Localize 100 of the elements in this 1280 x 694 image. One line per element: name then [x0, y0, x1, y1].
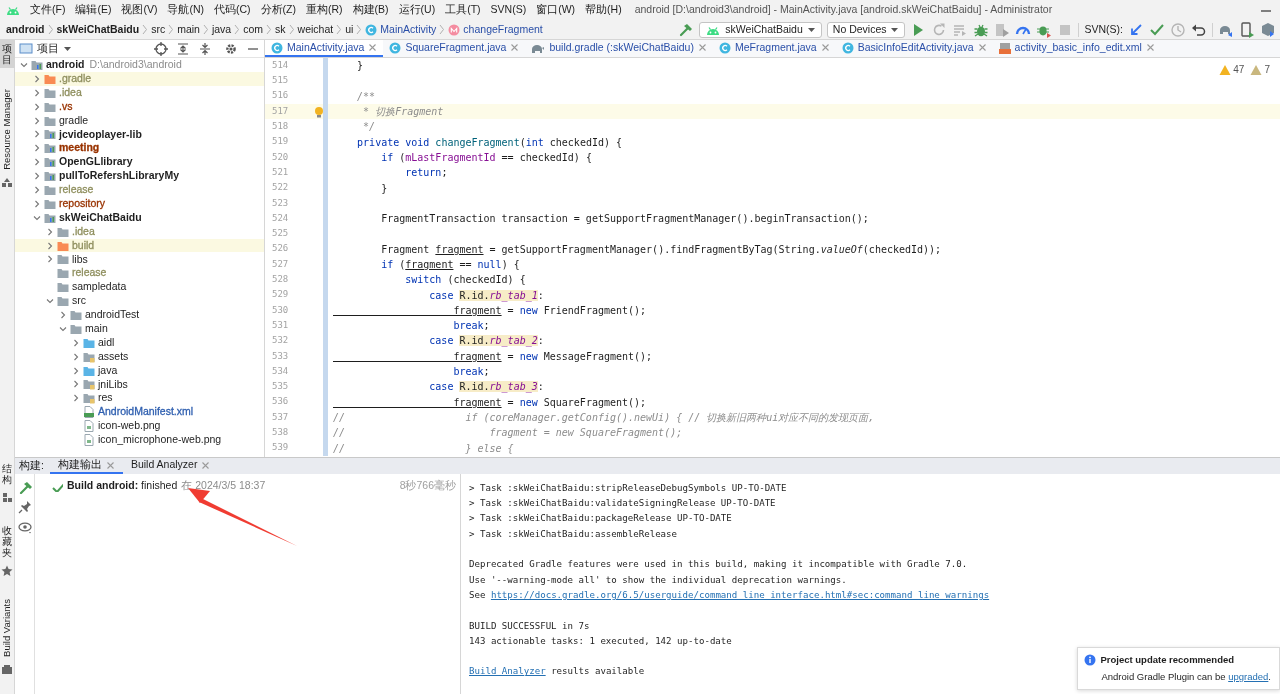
close-icon[interactable]	[977, 43, 987, 52]
tree-item[interactable]: icon-web.png	[15, 419, 264, 434]
menu-item[interactable]: SVN(S)	[485, 2, 532, 18]
panel-tab[interactable]: Build Analyzer	[122, 458, 219, 474]
close-icon[interactable]	[510, 43, 520, 52]
run-config-dropdown[interactable]: skWeiChatBaidu	[699, 21, 822, 38]
tree-item[interactable]: android D:\android3\android	[15, 58, 264, 72]
close-icon[interactable]	[820, 43, 830, 52]
menu-item[interactable]: 构建(B)	[347, 2, 394, 18]
hammer-icon[interactable]	[678, 21, 695, 38]
tree-item[interactable]: libs	[15, 252, 264, 267]
menu-item[interactable]: 运行(U)	[393, 2, 441, 18]
breadcrumb-item[interactable]: changeFragment	[448, 21, 543, 38]
tree-item[interactable]: icon_microphone-web.png	[15, 433, 264, 447]
breadcrumb-item[interactable]: weichat	[297, 21, 334, 38]
phone-icon[interactable]	[1239, 21, 1255, 38]
editor-tab[interactable]: MeFragment.java	[712, 40, 836, 57]
tree-item[interactable]: res	[15, 391, 264, 406]
cube-icon[interactable]	[1260, 21, 1276, 38]
project-view-selector[interactable]: 项目	[19, 40, 72, 57]
tree-item[interactable]: main	[15, 321, 264, 336]
close-icon[interactable]	[697, 43, 707, 52]
collapse-all-icon[interactable]	[198, 41, 212, 56]
clock-icon[interactable]	[1170, 21, 1186, 38]
tree-item[interactable]: jniLibs	[15, 377, 264, 392]
side-tab[interactable]: 结构	[0, 459, 15, 509]
editor-tab[interactable]: activity_basic_info_edit.xml	[992, 40, 1161, 57]
menu-item[interactable]: 工具(T)	[440, 2, 486, 18]
tree-item[interactable]: build	[15, 238, 264, 253]
line-number: 519	[271, 135, 290, 149]
menu-item[interactable]: 分析(Z)	[255, 2, 301, 18]
tree-item[interactable]: AndroidManifest.xml	[15, 405, 264, 420]
menu-item[interactable]: 视图(V)	[116, 2, 163, 18]
close-icon[interactable]	[201, 460, 211, 470]
menu-item[interactable]: 帮助(H)	[580, 2, 627, 18]
tree-item[interactable]: .idea	[15, 224, 264, 239]
editor-tab[interactable]: BasicInfoEditActivity.java	[835, 40, 993, 57]
tree-item[interactable]: meeting	[15, 141, 264, 156]
menu-item[interactable]: 窗口(W)	[531, 2, 581, 18]
menu-item[interactable]: 重构(R)	[301, 2, 348, 18]
side-tab[interactable]: 项目	[0, 40, 15, 68]
breadcrumb-item[interactable]: android	[6, 21, 45, 38]
tree-item[interactable]: gradle	[15, 113, 264, 128]
code-line: Fragment fragment = getSupportFragmentManager().findFragmentByTag(String.valueOf(checkedId));	[380, 242, 942, 257]
breadcrumb-item[interactable]: ui	[345, 21, 354, 38]
panel-tab[interactable]: 构建输出	[49, 458, 123, 474]
tree-item[interactable]: aidl	[15, 335, 264, 350]
device-dropdown[interactable]: No Devices	[826, 21, 906, 38]
breadcrumb-item[interactable]: MainActivity	[365, 21, 437, 38]
menu-item[interactable]: 导航(N)	[162, 2, 209, 18]
editor-tab[interactable]: MainActivity.java	[265, 40, 384, 57]
tree-item[interactable]: .vs	[15, 99, 264, 114]
tree-item[interactable]: repository	[15, 196, 264, 211]
link[interactable]: Build Analyzer	[469, 666, 546, 677]
arrow-icon[interactable]	[1128, 21, 1144, 38]
breadcrumb-item[interactable]: src	[151, 21, 166, 38]
code-line: FragmentTransaction transaction = getSupportFragmentManager().beginTransaction();	[380, 212, 869, 227]
tree-item[interactable]: pullToRefershLibraryMy	[15, 169, 264, 183]
menu-item[interactable]: 文件(F)	[25, 2, 71, 18]
tree-item[interactable]: .gradle	[15, 71, 264, 86]
breadcrumb-item[interactable]: main	[177, 21, 200, 38]
menu-item[interactable]: 编辑(E)	[70, 2, 117, 18]
editor-tab[interactable]: build.gradle (:skWeiChatBaidu)	[525, 40, 713, 57]
link[interactable]: https://docs.gradle.org/6.5/userguide/command_line_interface.html#sec:command_line_warnings	[490, 589, 990, 600]
pin-icon[interactable]	[17, 500, 32, 514]
side-tab[interactable]: Build Variants	[0, 595, 15, 680]
attach-icon[interactable]	[994, 21, 1011, 38]
tree-item[interactable]: src	[15, 294, 264, 309]
tree-item[interactable]: OpenGLlibrary	[15, 155, 264, 170]
tree-item[interactable]: java	[15, 363, 264, 378]
eye-icon[interactable]	[17, 520, 32, 534]
inspection-count[interactable]: 47	[1219, 62, 1245, 77]
tree-item[interactable]: assets	[15, 349, 264, 364]
side-tab[interactable]: Resource Manager	[0, 86, 15, 194]
hammer-icon[interactable]	[17, 480, 32, 494]
item-label: main	[85, 321, 108, 336]
tree-item[interactable]: skWeiChatBaidu	[15, 210, 264, 225]
close-icon[interactable]	[368, 43, 378, 52]
tree-item[interactable]: androidTest	[15, 308, 264, 322]
editor-tab[interactable]: SquareFragment.java	[383, 40, 526, 57]
breadcrumb-item[interactable]: java	[211, 21, 232, 38]
close-icon[interactable]	[1145, 43, 1155, 52]
tree-item[interactable]: sampledata	[15, 280, 264, 295]
tree-item[interactable]: release	[15, 266, 264, 281]
tree-item[interactable]: release	[15, 183, 264, 197]
line-number: 529	[271, 288, 290, 302]
expand-all-icon[interactable]	[176, 41, 190, 56]
breadcrumb-item[interactable]: com	[243, 21, 264, 38]
close-icon[interactable]	[105, 460, 115, 470]
inspection-count[interactable]: 7	[1250, 62, 1270, 77]
bulb-icon[interactable]	[313, 105, 325, 118]
menu-item[interactable]: 代码(C)	[209, 2, 256, 18]
tree-item[interactable]: jcvideoplayer-lib	[15, 127, 264, 142]
settings-icon[interactable]	[224, 41, 238, 56]
tree-item[interactable]: .idea	[15, 85, 264, 100]
breadcrumb-item[interactable]: skWeiChatBaidu	[56, 21, 140, 38]
breadcrumb-item[interactable]: sk	[275, 21, 286, 38]
side-tab[interactable]: 收藏夹	[0, 522, 15, 582]
rerun-icon[interactable]	[931, 21, 948, 38]
target-icon[interactable]	[154, 41, 168, 56]
